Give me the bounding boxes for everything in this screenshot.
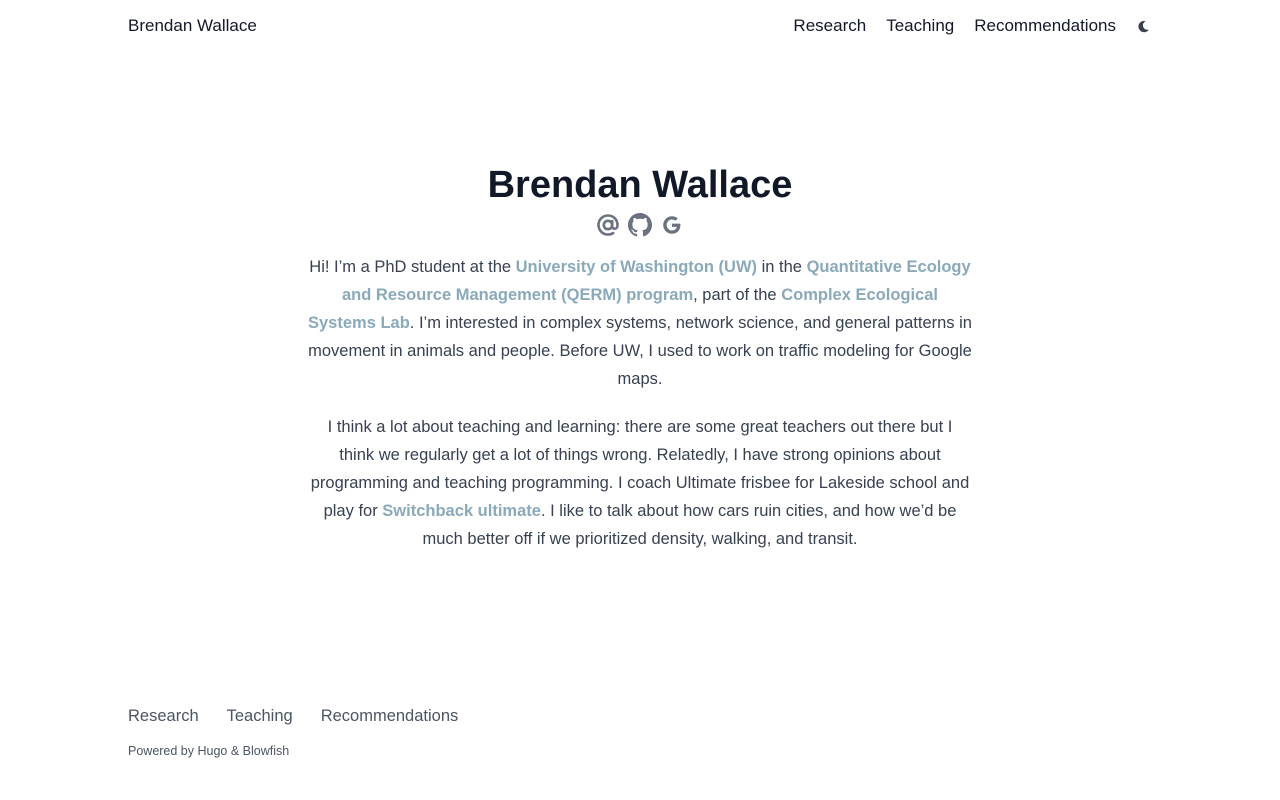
social-links	[0, 213, 1280, 237]
footer-nav-research[interactable]: Research	[128, 705, 199, 727]
nav-research[interactable]: Research	[793, 16, 866, 36]
nav-teaching[interactable]: Teaching	[886, 16, 954, 36]
at-sign-icon	[597, 214, 619, 236]
switchback-link[interactable]: Switchback ultimate	[382, 502, 541, 520]
bio-text: in the	[757, 258, 807, 276]
moon-icon	[1137, 20, 1149, 32]
bio-paragraph-1: Hi! I’m a PhD student at the University …	[308, 253, 972, 393]
footer-nav-recommendations[interactable]: Recommendations	[321, 705, 459, 727]
bio: Hi! I’m a PhD student at the University …	[308, 253, 972, 573]
google-icon	[663, 216, 681, 234]
top-nav: Research Teaching Recommendations	[793, 16, 1150, 36]
powered-amp: &	[227, 744, 243, 758]
site-title-link[interactable]: Brendan Wallace	[128, 16, 257, 36]
footer-nav: Research Teaching Recommendations	[128, 705, 458, 727]
google-scholar-link[interactable]	[660, 213, 684, 237]
powered-by: Powered by Hugo & Blowfish	[128, 743, 289, 759]
blowfish-link[interactable]: Blowfish	[243, 744, 290, 758]
bio-text: , part of the	[693, 286, 782, 304]
page-title: Brendan Wallace	[487, 164, 793, 206]
powered-prefix: Powered by	[128, 744, 198, 758]
github-link[interactable]	[628, 213, 652, 237]
email-link[interactable]	[596, 213, 620, 237]
bio-paragraph-2: I think a lot about teaching and learnin…	[308, 413, 972, 553]
nav-recommendations[interactable]: Recommendations	[974, 16, 1116, 36]
github-icon	[628, 213, 652, 237]
page: Brendan Wallace Research Teaching Recomm…	[0, 0, 1280, 800]
bio-text: Hi! I’m a PhD student at the	[309, 258, 516, 276]
footer-nav-teaching[interactable]: Teaching	[227, 705, 293, 727]
uw-link[interactable]: University of Washington (UW)	[516, 258, 757, 276]
theme-toggle-button[interactable]	[1136, 19, 1150, 33]
hugo-link[interactable]: Hugo	[197, 744, 227, 758]
